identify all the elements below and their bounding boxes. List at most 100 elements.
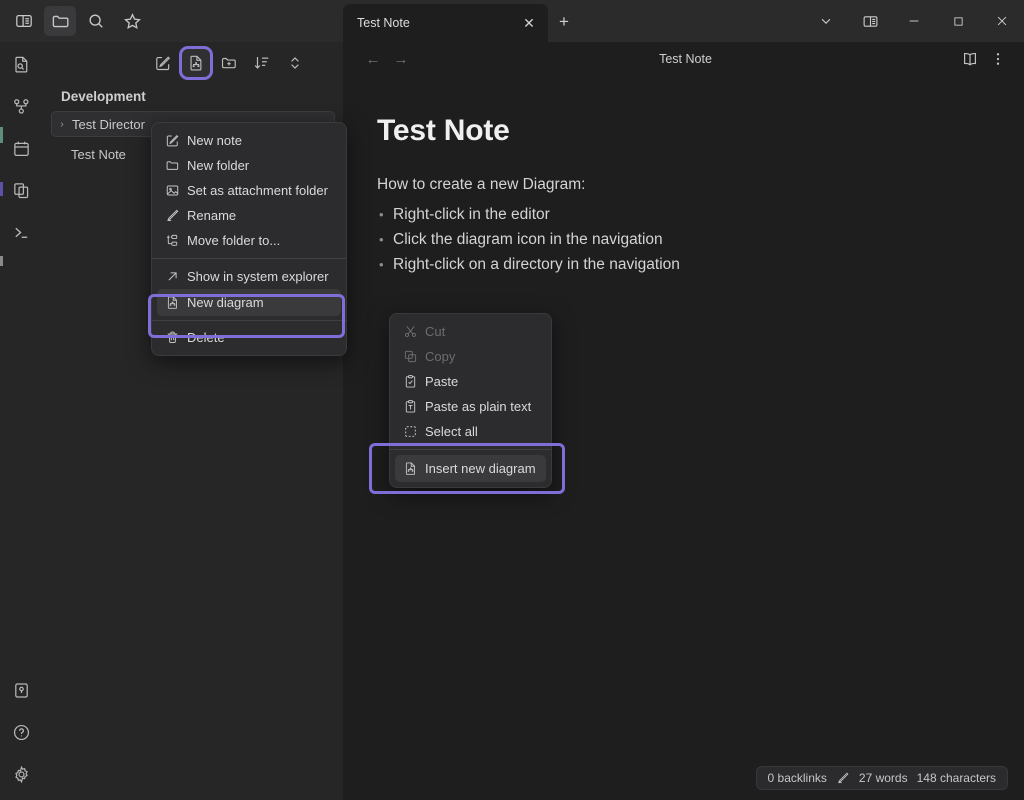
menu-item-label: Set as attachment folder: [187, 183, 328, 198]
menu-paste[interactable]: Paste: [395, 369, 546, 394]
menu-item-label: New diagram: [187, 295, 264, 310]
menu-separator: [152, 320, 346, 321]
word-count: 27 words: [858, 771, 908, 785]
close-window-icon[interactable]: [980, 0, 1024, 42]
diagram-file-icon: [165, 295, 187, 310]
trash-icon: [165, 330, 187, 345]
arrow-out-icon: [165, 269, 187, 284]
pencil-square-icon: [165, 133, 187, 148]
reading-mode-icon[interactable]: [956, 45, 984, 73]
menu-paste-plain-text[interactable]: Paste as plain text: [395, 394, 546, 419]
edge-marker-green: [0, 127, 3, 143]
menu-new-note[interactable]: New note: [157, 128, 341, 153]
menu-cut[interactable]: Cut: [395, 319, 546, 344]
plugins-icon[interactable]: [6, 674, 38, 706]
character-count: 148 characters: [916, 771, 996, 785]
maximize-icon[interactable]: [936, 0, 980, 42]
menu-separator: [390, 449, 551, 450]
menu-insert-new-diagram[interactable]: Insert new diagram: [395, 455, 546, 482]
tab-label: Test Note: [357, 16, 410, 30]
edge-marker-purple: [0, 182, 3, 196]
topbar-icon-group: [0, 0, 343, 42]
select-all-icon: [403, 424, 425, 439]
copy-pages-icon[interactable]: [6, 174, 38, 206]
menu-set-attachment-folder[interactable]: Set as attachment folder: [157, 178, 341, 203]
back-arrow-icon[interactable]: ←: [359, 45, 387, 73]
image-icon: [165, 183, 187, 198]
forward-arrow-icon[interactable]: →: [387, 45, 415, 73]
file-label: Test Note: [71, 146, 126, 162]
star-icon[interactable]: [116, 6, 148, 36]
menu-delete[interactable]: Delete: [157, 325, 341, 350]
menu-item-label: Move folder to...: [187, 233, 281, 248]
editor-header: ← → Test Note: [343, 42, 1024, 76]
calendar-icon[interactable]: [6, 132, 38, 164]
move-tree-icon: [165, 233, 187, 248]
editor-context-menu: Cut Copy Paste Paste as plain text Selec…: [389, 313, 552, 488]
menu-item-label: Rename: [187, 208, 237, 223]
clipboard-text-icon: [403, 399, 425, 414]
editor-title: Test Note: [659, 52, 712, 66]
terminal-icon[interactable]: [6, 216, 38, 248]
settings-gear-icon[interactable]: [6, 758, 38, 790]
diagram-file-icon: [403, 461, 425, 476]
new-folder-icon[interactable]: [215, 49, 243, 77]
menu-item-label: Paste: [425, 374, 459, 389]
folder-context-menu: New note New folder Set as attachment fo…: [151, 122, 347, 356]
window-controls: [804, 0, 1024, 42]
menu-show-in-system-explorer[interactable]: Show in system explorer: [157, 264, 341, 289]
collapse-expand-icon[interactable]: [281, 49, 309, 77]
menu-item-label: Cut: [425, 324, 446, 339]
folder-icon[interactable]: [44, 6, 76, 36]
bullet-list: Right-click in the editor Click the diag…: [377, 202, 984, 277]
edge-marker-grey: [0, 256, 3, 266]
chevron-right-icon[interactable]: ›: [52, 119, 72, 130]
tab-test-note[interactable]: Test Note ✕: [343, 4, 548, 42]
scissors-icon: [403, 324, 425, 339]
minimize-icon[interactable]: [892, 0, 936, 42]
tab-close-icon[interactable]: ✕: [518, 12, 540, 34]
title-bar: Test Note ✕ +: [0, 0, 1024, 42]
graph-view-icon[interactable]: [6, 90, 38, 122]
list-item: Right-click in the editor: [377, 202, 984, 227]
folder-icon: [165, 158, 187, 173]
toggle-sidebar-icon[interactable]: [8, 6, 40, 36]
file-search-icon[interactable]: [6, 48, 38, 80]
pencil-icon: [165, 208, 187, 223]
sort-icon[interactable]: [248, 49, 276, 77]
new-note-icon[interactable]: [149, 49, 177, 77]
folder-label: Test Director: [72, 116, 145, 132]
chevron-down-icon[interactable]: [804, 0, 848, 42]
activity-rail: [0, 42, 43, 800]
menu-item-label: Show in system explorer: [187, 269, 329, 284]
list-item: Right-click on a directory in the naviga…: [377, 252, 984, 277]
pencil-icon: [836, 771, 850, 785]
menu-item-label: New note: [187, 133, 242, 148]
menu-item-label: New folder: [187, 158, 250, 173]
split-view-icon[interactable]: [848, 0, 892, 42]
more-options-icon[interactable]: [984, 45, 1012, 73]
document-content[interactable]: Test Note How to create a new Diagram: R…: [343, 76, 1024, 277]
menu-item-label: Copy: [425, 349, 456, 364]
workspace-title: Development: [61, 89, 146, 104]
intro-paragraph: How to create a new Diagram:: [377, 176, 586, 193]
menu-select-all[interactable]: Select all: [395, 419, 546, 444]
copy-icon: [403, 349, 425, 364]
new-diagram-icon[interactable]: [179, 46, 213, 80]
sidebar-toolbar: [43, 42, 343, 84]
menu-rename[interactable]: Rename: [157, 203, 341, 228]
help-icon[interactable]: [6, 716, 38, 748]
menu-new-diagram[interactable]: New diagram: [157, 289, 341, 316]
menu-copy[interactable]: Copy: [395, 344, 546, 369]
menu-item-label: Paste as plain text: [425, 399, 532, 414]
status-bar: 0 backlinks 27 words 148 characters: [755, 766, 1008, 790]
list-item: Click the diagram icon in the navigation: [377, 227, 984, 252]
page-title: Test Note: [377, 114, 510, 147]
menu-new-folder[interactable]: New folder: [157, 153, 341, 178]
menu-item-label: Insert new diagram: [425, 461, 536, 476]
search-icon[interactable]: [80, 6, 112, 36]
new-tab-button[interactable]: +: [548, 6, 580, 38]
menu-move-folder-to[interactable]: Move folder to...: [157, 228, 341, 253]
backlinks-count[interactable]: 0 backlinks: [768, 771, 827, 785]
clipboard-check-icon: [403, 374, 425, 389]
